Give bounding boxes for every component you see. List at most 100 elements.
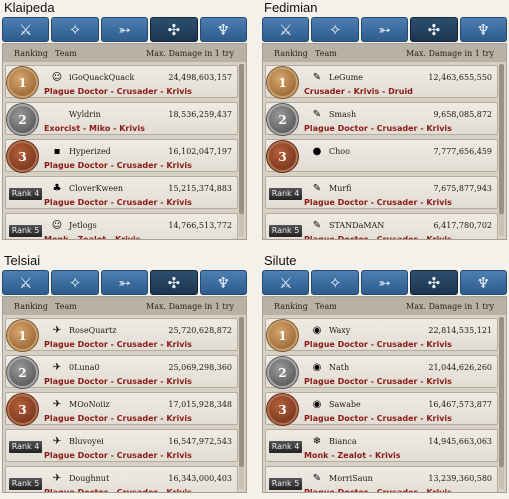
- table-row[interactable]: 1 ☺ iGoQuackQuack 24,498,603,157 Plague …: [5, 65, 238, 98]
- rank-medal: 2: [9, 359, 36, 386]
- scrollbar-thumb[interactable]: [239, 64, 244, 214]
- player-name: Sawabe: [329, 400, 361, 409]
- bow-icon: ➳: [378, 20, 391, 39]
- tab-cross[interactable]: ✣: [150, 17, 198, 42]
- class-combo: Monk - Zealot - Krivis: [44, 235, 141, 240]
- player-name: Choo: [329, 147, 350, 156]
- rank-tag: Rank 5: [9, 225, 42, 237]
- table-header: Ranking Team Max. Damage in 1 try: [3, 297, 246, 315]
- player-name: iGoQuackQuack: [69, 73, 135, 82]
- tab-magic-staff[interactable]: ✧: [311, 270, 359, 295]
- class-tabs: ⚔ ✧ ➳ ✣ ♆: [262, 17, 508, 42]
- tab-sword[interactable]: ⚔: [2, 17, 50, 42]
- tab-bow[interactable]: ➳: [100, 270, 149, 295]
- tab-cleric[interactable]: ♆: [459, 17, 508, 42]
- player-emblem-icon: ✈: [52, 436, 62, 447]
- class-combo: Plague Doctor - Crusader - Krivis: [304, 235, 452, 240]
- table-row[interactable]: Rank 4 ✈ Bluvoyei 16,547,972,543 Plague …: [5, 429, 238, 462]
- tab-cleric[interactable]: ♆: [199, 17, 248, 42]
- class-combo: Plague Doctor - Crusader - Krivis: [44, 198, 192, 207]
- magic-staff-icon: ✧: [68, 20, 82, 39]
- rank-tag: Rank 5: [9, 478, 42, 490]
- class-combo: Plague Doctor - Crusader - Krivis: [44, 377, 192, 386]
- rank-tag: Rank 5: [269, 225, 302, 237]
- player-emblem-icon: ☺: [51, 220, 63, 231]
- tab-cleric[interactable]: ♆: [459, 270, 508, 295]
- player-name: Nath: [329, 363, 350, 372]
- player-emblem-icon: ✈: [52, 325, 62, 336]
- table-row[interactable]: Rank 4 ♣ CloverKween 15,215,374,883 Plag…: [5, 176, 238, 209]
- tab-sword[interactable]: ⚔: [262, 270, 310, 295]
- player-name: 0Luna0: [69, 363, 100, 372]
- table-row[interactable]: 1 ◉ Waxy 22,814,535,121 Plague Doctor - …: [265, 318, 498, 351]
- cleric-icon: ♆: [476, 20, 491, 39]
- table-header: Ranking Team Max. Damage in 1 try: [263, 44, 506, 62]
- server-title: Fedimian: [264, 0, 318, 15]
- scrollbar[interactable]: [499, 317, 504, 489]
- tab-sword[interactable]: ⚔: [262, 17, 310, 42]
- tab-magic-staff[interactable]: ✧: [51, 270, 99, 295]
- magic-staff-icon: ✧: [328, 273, 342, 292]
- sword-icon: ⚔: [18, 20, 33, 39]
- server-title: Silute: [264, 253, 297, 268]
- player-name: Bianca: [329, 437, 357, 446]
- player-name: MOoNoiiz: [69, 400, 110, 409]
- header-max-damage: Max. Damage in 1 try: [146, 48, 234, 58]
- max-damage-value: 25,069,298,360: [168, 363, 232, 372]
- magic-staff-icon: ✧: [68, 273, 82, 292]
- table-row[interactable]: Rank 5 ✈ Doughnut 16,343,000,403 Plague …: [5, 466, 238, 493]
- ranking-board: Ranking Team Max. Damage in 1 try 1 ◉ Wa…: [262, 296, 507, 493]
- rank-medal: 3: [269, 143, 296, 170]
- table-row[interactable]: Rank 4 ❄ Bianca 14,945,663,063 Monk - Ze…: [265, 429, 498, 462]
- max-damage-value: 22,814,535,121: [428, 326, 492, 335]
- table-row[interactable]: 1 ✈ RoseQuartz 25,720,628,872 Plague Doc…: [5, 318, 238, 351]
- table-row[interactable]: 2 Wyldrin 18,536,259,437 Exorcist - Miko…: [5, 102, 238, 135]
- tab-magic-staff[interactable]: ✧: [51, 17, 99, 42]
- table-row[interactable]: 3 ● Choo 7,777,656,459: [265, 139, 498, 172]
- scrollbar[interactable]: [239, 317, 244, 489]
- player-emblem-icon: ◉: [312, 325, 322, 336]
- rank-medal: 2: [269, 106, 296, 133]
- rank-tag: Rank 4: [9, 188, 42, 200]
- class-combo: Plague Doctor - Crusader - Krivis: [304, 488, 452, 493]
- table-row[interactable]: 2 ✈ 0Luna0 25,069,298,360 Plague Doctor …: [5, 355, 238, 388]
- table-row[interactable]: Rank 5 ✎ MorriSaun 13,239,360,580 Plague…: [265, 466, 498, 493]
- header-ranking: Ranking: [14, 301, 48, 311]
- cross-icon: ✣: [167, 273, 181, 292]
- table-row[interactable]: 2 ✎ Smash 9,658,085,872 Plague Doctor - …: [265, 102, 498, 135]
- table-row[interactable]: Rank 5 ✎ STANDaMAN 6,417,780,702 Plague …: [265, 213, 498, 240]
- class-combo: Plague Doctor - Crusader - Krivis: [44, 488, 192, 493]
- table-row[interactable]: Rank 4 ✎ Murfi 7,675,877,943 Plague Doct…: [265, 176, 498, 209]
- tab-cross[interactable]: ✣: [150, 270, 198, 295]
- scrollbar-thumb[interactable]: [499, 64, 504, 214]
- rank-tag: Rank 4: [9, 441, 42, 453]
- scrollbar-thumb[interactable]: [239, 317, 244, 467]
- tab-bow[interactable]: ➳: [360, 270, 409, 295]
- scrollbar[interactable]: [499, 64, 504, 236]
- table-row[interactable]: 3 ◉ Sawabe 16,467,573,877 Plague Doctor …: [265, 392, 498, 425]
- scrollbar[interactable]: [239, 64, 244, 236]
- tab-cleric[interactable]: ♆: [199, 270, 248, 295]
- max-damage-value: 14,766,513,772: [168, 221, 232, 230]
- bow-icon: ➳: [378, 273, 391, 292]
- tab-cross[interactable]: ✣: [410, 17, 458, 42]
- table-row[interactable]: 1 ✎ LeGume 12,463,655,550 Crusader - Kri…: [265, 65, 498, 98]
- tab-sword[interactable]: ⚔: [2, 270, 50, 295]
- tab-bow[interactable]: ➳: [360, 17, 409, 42]
- table-row[interactable]: 3 ▪ Hyperized 16,102,047,197 Plague Doct…: [5, 139, 238, 172]
- player-name: Murfi: [329, 184, 352, 193]
- max-damage-value: 25,720,628,872: [168, 326, 232, 335]
- table-row[interactable]: 3 ✈ MOoNoiiz 17,015,928,348 Plague Docto…: [5, 392, 238, 425]
- cross-icon: ✣: [427, 20, 441, 39]
- tab-magic-staff[interactable]: ✧: [311, 17, 359, 42]
- tab-cross[interactable]: ✣: [410, 270, 458, 295]
- rank-medal: 3: [9, 396, 36, 423]
- scrollbar-thumb[interactable]: [499, 317, 504, 467]
- tab-bow[interactable]: ➳: [100, 17, 149, 42]
- max-damage-value: 21,044,626,260: [428, 363, 492, 372]
- max-damage-value: 15,215,374,883: [168, 184, 232, 193]
- table-row[interactable]: 2 ◉ Nath 21,044,626,260 Plague Doctor - …: [265, 355, 498, 388]
- header-team: Team: [315, 48, 337, 58]
- max-damage-value: 7,777,656,459: [433, 147, 492, 156]
- table-row[interactable]: Rank 5 ☺ Jetlogs 14,766,513,772 Monk - Z…: [5, 213, 238, 240]
